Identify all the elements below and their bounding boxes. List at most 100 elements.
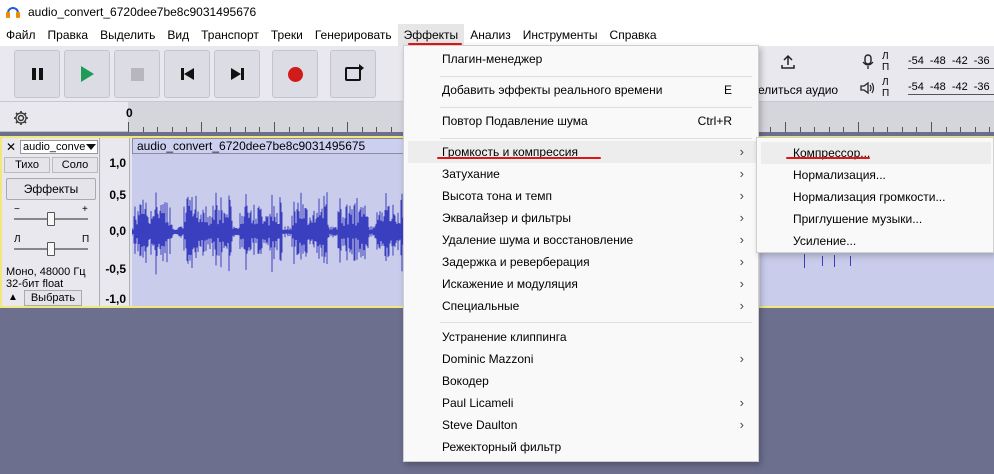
menu-item-distortion-modulation[interactable]: Искажение и модуляция ›	[408, 273, 756, 295]
playback-meter[interactable]: Л П -54 -48 -42 -36	[856, 76, 994, 100]
menu-select[interactable]: Выделить	[94, 24, 161, 46]
collapse-track-icon[interactable]: ▲	[4, 290, 22, 306]
menu-item-volume-compression[interactable]: Громкость и компрессия ›	[408, 141, 756, 163]
menu-generate[interactable]: Генерировать	[309, 24, 398, 46]
record-button[interactable]	[272, 50, 318, 98]
track-effects-button[interactable]: Эффекты	[6, 178, 96, 200]
clip-title[interactable]: audio_convert_6720dee7be8c9031495675	[132, 138, 406, 154]
select-track-button[interactable]: Выбрать	[24, 290, 82, 306]
title-bar: audio_convert_6720dee7be8c9031495676	[0, 0, 994, 24]
menu-transport[interactable]: Транспорт	[195, 24, 265, 46]
menu-item-plugin-manager[interactable]: Плагин-менеджер	[408, 48, 756, 70]
chevron-right-icon: ›	[739, 276, 744, 291]
chevron-right-icon: ›	[739, 351, 744, 366]
mute-button[interactable]: Тихо	[4, 157, 50, 173]
menu-item-vocoder[interactable]: Вокодер	[408, 370, 756, 392]
menu-analyze[interactable]: Анализ	[464, 24, 517, 46]
chevron-right-icon: ›	[739, 166, 744, 181]
skip-to-end-button[interactable]	[214, 50, 260, 98]
scale-tick: -36	[973, 55, 990, 67]
track-name-dropdown[interactable]: audio_conve	[20, 140, 98, 154]
ruler-tick	[770, 127, 772, 132]
stop-button[interactable]	[114, 50, 160, 98]
menu-item-label: Режекторный фильтр	[442, 440, 562, 454]
menu-item-noise-removal[interactable]: Удаление шума и восстановление ›	[408, 229, 756, 251]
pause-button[interactable]	[14, 50, 60, 98]
scale-label: -0,5	[105, 262, 126, 276]
menu-item-paul-licameli[interactable]: Paul Licameli ›	[408, 392, 756, 414]
play-button[interactable]	[64, 50, 110, 98]
submenu-item-loudness-normalization[interactable]: Нормализация громкости...	[761, 186, 991, 208]
ruler-tick	[843, 127, 845, 132]
close-track-icon[interactable]: ✕	[4, 140, 18, 154]
ruler-tick	[974, 127, 976, 132]
skip-to-start-button[interactable]	[164, 50, 210, 98]
menu-item-steve-daulton[interactable]: Steve Daulton ›	[408, 414, 756, 436]
record-icon	[287, 66, 303, 82]
menu-item-notch-filter[interactable]: Режекторный фильтр	[408, 436, 756, 458]
gear-icon[interactable]	[8, 107, 34, 129]
menu-item-repeat-noise-reduction[interactable]: Повтор Подавление шума Ctrl+R	[408, 110, 756, 132]
menu-help[interactable]: Справка	[604, 24, 663, 46]
scale-tick: -48	[929, 81, 946, 93]
menu-item-add-realtime-effects[interactable]: Добавить эффекты реального времени E	[408, 79, 756, 101]
share-audio-label: елиться аудио	[758, 83, 839, 97]
menu-file[interactable]: Файл	[0, 24, 42, 46]
menu-view[interactable]: Вид	[161, 24, 195, 46]
menu-edit[interactable]: Правка	[42, 24, 95, 46]
track-bitdepth: 32-бит float	[6, 278, 64, 290]
record-meter-channel-r: П	[882, 62, 890, 73]
submenu-item-auto-duck[interactable]: Приглушение музыки...	[761, 208, 991, 230]
scale-tick: -42	[951, 55, 968, 67]
menu-item-label: Paul Licameli	[442, 396, 514, 410]
menu-item-eq-filters[interactable]: Эквалайзер и фильтры ›	[408, 207, 756, 229]
playback-meter-scale: -54 -48 -42 -36	[908, 81, 990, 93]
microphone-icon[interactable]	[856, 50, 880, 74]
meter-line	[908, 68, 994, 69]
waveform	[132, 192, 406, 275]
audio-clip[interactable]: audio_convert_6720dee7be8c9031495675	[132, 138, 406, 306]
ruler-tick	[887, 127, 889, 132]
play-icon	[80, 66, 94, 82]
slider-thumb[interactable]	[47, 212, 55, 226]
menu-item-label: Dominic Mazzoni	[442, 352, 534, 366]
playback-meter-channel-r: П	[882, 88, 890, 99]
chevron-right-icon: ›	[739, 210, 744, 225]
menu-item-label: Специальные	[442, 299, 520, 313]
effects-menu: Плагин-менеджер Добавить эффекты реально…	[403, 45, 759, 462]
submenu-item-compressor[interactable]: Компрессор...	[761, 142, 991, 164]
ruler-tick	[171, 127, 173, 132]
menu-item-pitch-tempo[interactable]: Высота тона и темп ›	[408, 185, 756, 207]
gain-slider[interactable]	[14, 212, 88, 226]
ruler-tick	[186, 127, 188, 132]
loop-icon	[345, 64, 364, 81]
menu-item-delay-reverb[interactable]: Задержка и реверберация ›	[408, 251, 756, 273]
menu-item-special[interactable]: Специальные ›	[408, 295, 756, 317]
menu-separator	[440, 76, 752, 77]
menu-item-dominic-mazzoni[interactable]: Dominic Mazzoni ›	[408, 348, 756, 370]
share-audio-button[interactable]: елиться аудио	[758, 50, 850, 98]
menu-tools[interactable]: Инструменты	[517, 24, 604, 46]
scale-tick: -54	[908, 55, 924, 67]
slider-thumb[interactable]	[47, 242, 55, 256]
ruler-tick	[390, 127, 392, 132]
chevron-right-icon: ›	[739, 232, 744, 247]
ruler-tick	[201, 122, 202, 132]
record-meter[interactable]: Л П -54 -48 -42 -36	[856, 50, 994, 74]
chevron-right-icon: ›	[739, 417, 744, 432]
loop-button[interactable]	[330, 50, 376, 98]
menu-tracks[interactable]: Треки	[265, 24, 309, 46]
ruler-tick	[785, 122, 786, 132]
playback-meter-channel-l: Л	[882, 77, 889, 88]
pan-slider[interactable]	[14, 242, 88, 256]
menu-item-clip-fix[interactable]: Устранение клиппинга	[408, 326, 756, 348]
solo-button[interactable]: Соло	[52, 157, 98, 173]
submenu-item-amplify[interactable]: Усиление...	[761, 230, 991, 252]
speaker-icon[interactable]	[856, 76, 880, 100]
ruler-tick	[317, 127, 319, 132]
track-info: Моно, 48000 Гц 32-бит float	[6, 266, 86, 290]
submenu-item-normalize[interactable]: Нормализация...	[761, 164, 991, 186]
menu-item-fade[interactable]: Затухание ›	[408, 163, 756, 185]
track-name: audio_conve	[23, 141, 86, 153]
pause-icon	[31, 68, 43, 80]
